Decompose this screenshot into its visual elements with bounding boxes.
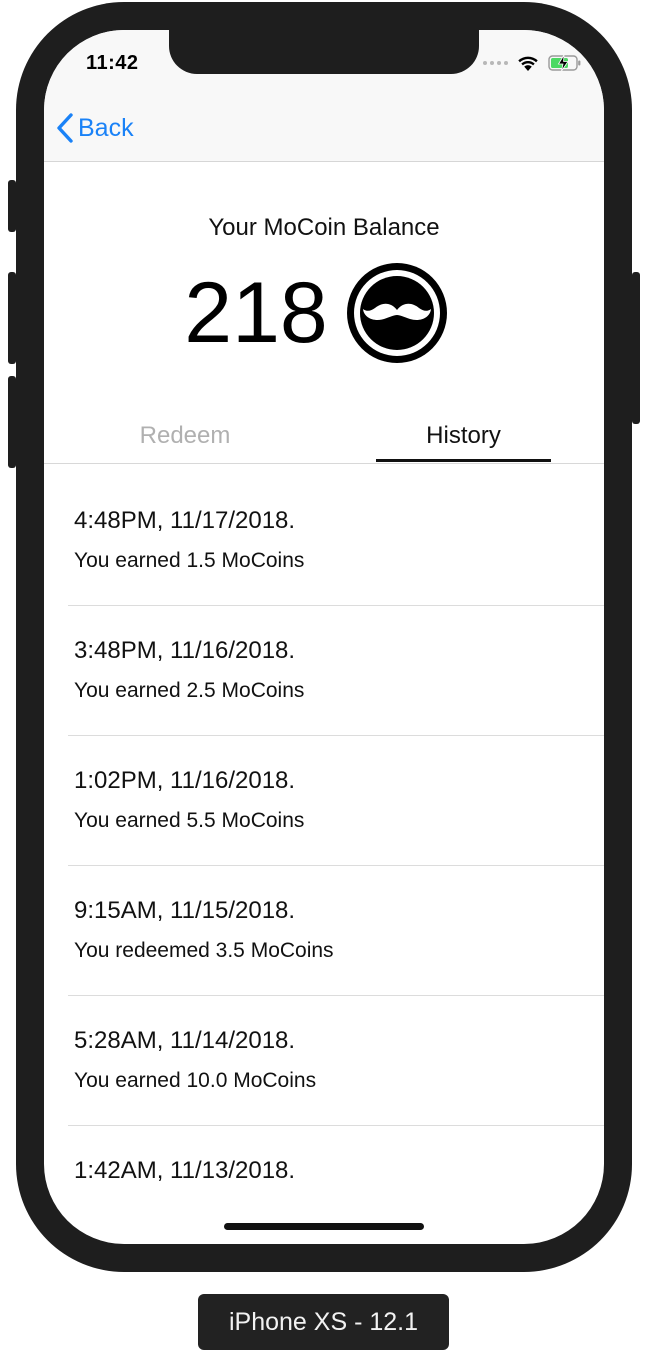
history-timestamp: 3:48PM, 11/16/2018. [74, 637, 296, 664]
history-description: You earned 5.5 MoCoins [74, 809, 305, 832]
power-button [632, 272, 640, 424]
history-timestamp: 4:48PM, 11/17/2018. [74, 507, 296, 534]
mute-switch [8, 180, 16, 232]
back-button[interactable]: Back [56, 112, 134, 144]
status-time: 11:42 [86, 52, 139, 74]
list-item[interactable]: 1:02PM, 11/16/2018. You earned 5.5 MoCoi… [68, 736, 604, 866]
battery-charging-icon [548, 54, 581, 72]
list-item[interactable]: 3:48PM, 11/16/2018. You earned 2.5 MoCoi… [68, 606, 604, 736]
phone-screen: 11:42 Back Your MoCoin Balance 218 Redee… [44, 30, 604, 1244]
history-timestamp: 9:15AM, 11/15/2018. [74, 897, 296, 924]
history-description: You earned 1.5 MoCoins [74, 549, 305, 572]
signal-dots-icon [483, 61, 508, 65]
history-description: You redeemed 3.5 MoCoins [74, 939, 334, 962]
volume-up-button [8, 272, 16, 364]
mustache-coin-icon [346, 263, 447, 363]
balance-value: 218 [184, 265, 328, 361]
status-icons [483, 54, 582, 72]
notch [169, 30, 479, 74]
history-timestamp: 1:42AM, 11/13/2018. [74, 1157, 296, 1184]
navigation-bar: Back [44, 100, 604, 162]
tab-history[interactable]: History [376, 422, 551, 450]
list-item[interactable]: 4:48PM, 11/17/2018. You earned 1.5 MoCoi… [68, 476, 604, 606]
volume-down-button [8, 376, 16, 468]
home-indicator[interactable] [224, 1223, 424, 1230]
history-list: 4:48PM, 11/17/2018. You earned 1.5 MoCoi… [44, 476, 604, 1244]
balance-row: 218 [44, 260, 604, 366]
history-description: You earned 2.5 MoCoins [74, 679, 305, 702]
list-item[interactable]: 5:28AM, 11/14/2018. You earned 10.0 MoCo… [68, 996, 604, 1126]
chevron-left-icon [57, 113, 73, 143]
device-label: iPhone XS - 12.1 [198, 1294, 449, 1350]
back-label: Back [78, 113, 134, 142]
segment-tabs: Redeem History [44, 418, 604, 464]
balance-title: Your MoCoin Balance [208, 214, 440, 241]
wifi-icon [518, 56, 538, 71]
history-timestamp: 5:28AM, 11/14/2018. [74, 1027, 296, 1054]
list-item[interactable]: 9:15AM, 11/15/2018. You redeemed 3.5 MoC… [68, 866, 604, 996]
active-tab-indicator [376, 459, 551, 462]
tab-redeem[interactable]: Redeem [44, 422, 326, 450]
history-timestamp: 1:02PM, 11/16/2018. [74, 767, 296, 794]
history-description: You earned 10.0 MoCoins [74, 1069, 317, 1092]
